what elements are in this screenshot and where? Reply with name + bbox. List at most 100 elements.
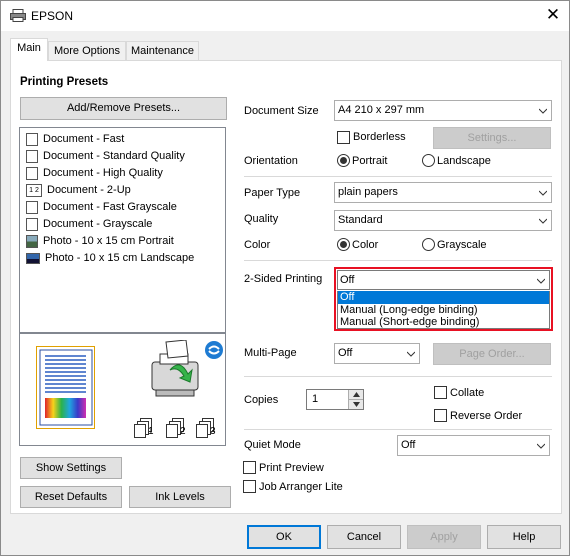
photo-landscape-icon xyxy=(26,252,40,264)
document-icon xyxy=(26,166,38,180)
list-item-label: Document - Fast Grayscale xyxy=(43,201,177,213)
page-preview-icon xyxy=(36,346,95,429)
multi-page-select[interactable]: Off xyxy=(334,343,420,364)
document-size-select[interactable]: A4 210 x 297 mm xyxy=(334,100,552,121)
printer-feed-icon xyxy=(151,340,199,397)
document-icon xyxy=(26,132,38,146)
portrait-radio[interactable] xyxy=(337,154,350,167)
copy-stack-icon: 1 xyxy=(134,418,162,440)
list-item[interactable]: Photo - 10 x 15 cm Portrait xyxy=(26,233,174,249)
cancel-button[interactable]: Cancel xyxy=(327,525,401,549)
paper-type-value: plain papers xyxy=(338,186,398,198)
quality-select[interactable]: Standard xyxy=(334,210,552,231)
copy-stack-icon: 2 xyxy=(166,418,194,440)
job-arranger-lite-label: Job Arranger Lite xyxy=(259,481,343,493)
quality-label: Quality xyxy=(244,213,279,225)
chevron-down-icon xyxy=(539,190,547,196)
chevron-down-icon xyxy=(537,443,545,449)
chevron-down-icon xyxy=(407,351,415,357)
copy-number: 2 xyxy=(180,426,186,437)
list-item[interactable]: Document - Fast xyxy=(26,131,124,147)
decrement-button[interactable] xyxy=(348,399,363,409)
document-size-value: A4 210 x 297 mm xyxy=(338,104,425,116)
help-button[interactable]: Help xyxy=(487,525,561,549)
chevron-down-icon xyxy=(353,402,360,407)
two-sided-highlight: Off Off Manual (Long-edge binding) Manua… xyxy=(334,267,553,331)
reverse-order-checkbox[interactable] xyxy=(434,409,447,422)
landscape-label: Landscape xyxy=(437,155,491,167)
presets-list[interactable]: Document - Fast Document - Standard Qual… xyxy=(19,127,226,333)
borderless-checkbox[interactable] xyxy=(337,131,350,144)
copy-number: 1 xyxy=(148,426,154,437)
two-up-icon: 1 2 xyxy=(26,183,42,197)
grayscale-label: Grayscale xyxy=(437,239,487,251)
list-item-label: Document - Grayscale xyxy=(43,218,153,230)
copy-stack-icon: 3 xyxy=(196,418,224,440)
list-item[interactable]: Document - Standard Quality xyxy=(26,148,185,164)
print-preview-checkbox[interactable] xyxy=(243,461,256,474)
document-icon xyxy=(26,149,38,163)
list-item[interactable]: Document - Fast Grayscale xyxy=(26,199,177,215)
quiet-mode-select[interactable]: Off xyxy=(397,435,550,456)
window-title: EPSON xyxy=(31,9,74,23)
landscape-radio[interactable] xyxy=(422,154,435,167)
epson-printer-dialog: EPSON ✕ Main More Options Maintenance Pr… xyxy=(0,0,570,556)
two-sided-printing-label: 2-Sided Printing xyxy=(244,273,323,285)
list-item-label: Document - High Quality xyxy=(43,167,163,179)
tab-more-options[interactable]: More Options xyxy=(48,41,126,60)
list-item[interactable]: 1 2 Document - 2-Up xyxy=(26,182,131,198)
borderless-label: Borderless xyxy=(353,131,406,143)
list-item[interactable]: Photo - 10 x 15 cm Landscape xyxy=(26,250,194,266)
list-item[interactable]: Document - Grayscale xyxy=(26,216,152,232)
multi-page-label: Multi-Page xyxy=(244,347,297,359)
dropdown-option[interactable]: Off xyxy=(338,291,549,304)
dropdown-option[interactable]: Manual (Short-edge binding) xyxy=(338,316,549,329)
list-item-label: Document - Standard Quality xyxy=(43,150,185,162)
divider xyxy=(244,176,552,177)
chevron-down-icon xyxy=(539,218,547,224)
two-sided-select[interactable]: Off xyxy=(337,270,550,290)
add-remove-presets-button[interactable]: Add/Remove Presets... xyxy=(20,97,227,120)
ok-button[interactable]: OK xyxy=(247,525,321,549)
document-size-label: Document Size xyxy=(244,105,319,117)
chevron-down-icon xyxy=(537,278,545,284)
paper-type-label: Paper Type xyxy=(244,187,301,199)
multi-page-value: Off xyxy=(338,347,353,359)
apply-button[interactable]: Apply xyxy=(407,525,481,549)
divider xyxy=(244,376,552,377)
divider xyxy=(244,429,552,430)
divider xyxy=(244,260,552,261)
ink-levels-button[interactable]: Ink Levels xyxy=(129,486,231,508)
tab-maintenance[interactable]: Maintenance xyxy=(126,41,199,60)
chevron-up-icon xyxy=(353,392,360,397)
list-item[interactable]: Document - High Quality xyxy=(26,165,163,181)
color-radio[interactable] xyxy=(337,238,350,251)
grayscale-radio[interactable] xyxy=(422,238,435,251)
color-label: Color xyxy=(244,239,271,251)
two-sided-dropdown-list: Off Manual (Long-edge binding) Manual (S… xyxy=(337,291,550,329)
chevron-down-icon xyxy=(539,108,547,114)
copies-label: Copies xyxy=(244,394,279,406)
list-item-label: Document - Fast xyxy=(43,133,125,145)
orientation-label: Orientation xyxy=(244,155,298,167)
tab-main[interactable]: Main xyxy=(10,38,48,61)
copies-stepper[interactable]: 1 xyxy=(306,389,364,410)
close-button[interactable]: ✕ xyxy=(537,1,569,31)
document-icon xyxy=(26,217,38,231)
increment-button[interactable] xyxy=(348,390,363,399)
reset-defaults-button[interactable]: Reset Defaults xyxy=(20,486,122,508)
paper-type-select[interactable]: plain papers xyxy=(334,182,552,203)
two-sided-rotate-icon xyxy=(205,341,223,359)
printing-presets-heading: Printing Presets xyxy=(20,76,109,88)
two-sided-value: Off xyxy=(340,274,355,286)
show-settings-button[interactable]: Show Settings xyxy=(20,457,122,479)
color-option-label: Color xyxy=(352,239,379,251)
portrait-label: Portrait xyxy=(352,155,388,167)
page-order-button[interactable]: Page Order... xyxy=(433,343,551,365)
collate-checkbox[interactable] xyxy=(434,386,447,399)
copy-number: 3 xyxy=(210,426,216,437)
settings-button[interactable]: Settings... xyxy=(433,127,551,149)
collate-label: Collate xyxy=(450,387,485,399)
job-arranger-lite-checkbox[interactable] xyxy=(243,480,256,493)
quiet-mode-value: Off xyxy=(401,439,416,451)
